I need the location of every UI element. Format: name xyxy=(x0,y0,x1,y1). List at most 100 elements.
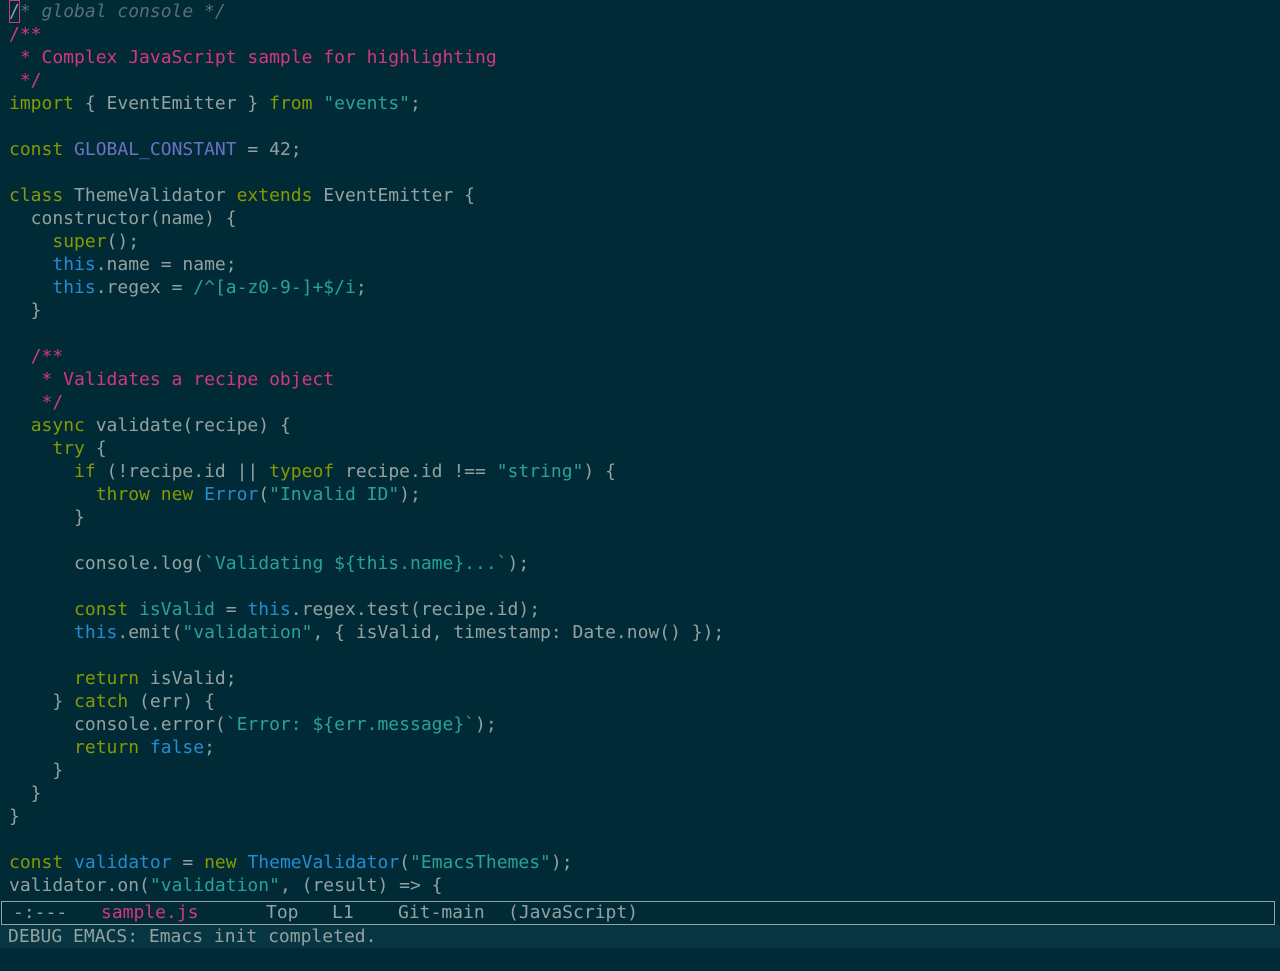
code-token: import xyxy=(9,93,75,114)
code-line[interactable]: const GLOBAL_CONSTANT = 42; xyxy=(9,138,302,161)
code-token: .emit( xyxy=(117,622,183,643)
code-line[interactable]: throw new Error("Invalid ID"); xyxy=(9,483,421,506)
code-token: `Error: ${err.message}` xyxy=(225,714,475,735)
code-line[interactable]: class ThemeValidator extends EventEmitte… xyxy=(9,184,475,207)
code-line[interactable]: async validate(recipe) { xyxy=(9,414,291,437)
code-token: { EventEmitter } xyxy=(74,93,270,114)
code-line[interactable]: console.log(`Validating ${this.name}...`… xyxy=(9,552,529,575)
code-token: } xyxy=(9,691,75,712)
code-line[interactable]: console.error(`Error: ${err.message}`); xyxy=(9,713,497,736)
code-token: "events" xyxy=(323,93,411,114)
code-token: validator xyxy=(74,852,172,873)
code-token: ThemeValidator xyxy=(247,852,400,873)
code-token: "Invalid ID" xyxy=(269,484,400,505)
code-token: { xyxy=(84,438,107,459)
code-line[interactable]: validator.on("validation", (result) => { xyxy=(9,874,443,897)
code-line[interactable]: */ xyxy=(9,391,64,414)
code-line[interactable]: } xyxy=(9,759,63,782)
code-token: class xyxy=(9,185,64,206)
code-token: Error xyxy=(204,484,259,505)
code-token: .regex.test(recipe.id); xyxy=(290,599,541,620)
code-line[interactable]: import { EventEmitter } from "events"; xyxy=(9,92,421,115)
code-token: this xyxy=(52,254,96,275)
editor-buffer[interactable]: /* global console *//** * Complex JavaSc… xyxy=(0,0,1280,900)
code-token: new xyxy=(160,484,194,505)
code-token: /** xyxy=(9,346,64,367)
code-token: catch xyxy=(74,691,129,712)
code-token: } xyxy=(9,783,42,804)
modeline-major-mode[interactable]: (JavaScript) xyxy=(508,902,638,924)
code-token: , (result) => { xyxy=(279,875,443,896)
frame-bottom xyxy=(0,948,1280,960)
modeline-vc-branch[interactable]: Git-main xyxy=(398,902,485,924)
code-token: this xyxy=(247,599,291,620)
code-line[interactable]: return false; xyxy=(9,736,215,759)
code-line[interactable]: } xyxy=(9,782,42,805)
code-line[interactable]: } xyxy=(9,299,42,322)
code-line[interactable]: try { xyxy=(9,437,107,460)
code-token: ); xyxy=(507,553,530,574)
code-token: validate(recipe) { xyxy=(84,415,291,436)
code-token: = 42; xyxy=(236,139,302,160)
code-line[interactable]: return isValid; xyxy=(9,667,237,690)
code-token: ThemeValidator xyxy=(63,185,237,206)
echo-message: DEBUG EMACS: Emacs init completed. xyxy=(8,926,377,947)
code-token: const xyxy=(9,139,64,160)
code-line[interactable]: const isValid = this.regex.test(recipe.i… xyxy=(9,598,540,621)
code-token: throw xyxy=(95,484,150,505)
code-line[interactable]: this.regex = /^[a-z0-9-]+$/i; xyxy=(9,276,366,299)
code-token: "validation" xyxy=(149,875,280,896)
code-line[interactable]: if (!recipe.id || typeof recipe.id !== "… xyxy=(9,460,616,483)
code-line[interactable]: this.emit("validation", { isValid, times… xyxy=(9,621,724,644)
code-token: * Validates a recipe object xyxy=(9,369,335,390)
code-token: isValid xyxy=(139,599,215,620)
code-token: console.error( xyxy=(9,714,226,735)
code-line[interactable]: /** xyxy=(9,345,64,368)
code-line[interactable]: * Complex JavaScript sample for highligh… xyxy=(9,46,497,69)
code-line[interactable]: /** xyxy=(9,23,42,46)
code-token: } xyxy=(9,806,20,827)
code-token: from xyxy=(269,93,313,114)
code-line[interactable]: this.name = name; xyxy=(9,253,237,276)
code-token: isValid; xyxy=(139,668,237,689)
code-token: (!recipe.id || xyxy=(95,461,270,482)
echo-area: DEBUG EMACS: Emacs init completed. xyxy=(0,925,1280,948)
code-token: (err) { xyxy=(128,691,215,712)
code-token: ); xyxy=(475,714,497,735)
code-token: extends xyxy=(236,185,313,206)
code-line[interactable]: constructor(name) { xyxy=(9,207,237,230)
code-token: async xyxy=(30,415,85,436)
code-line[interactable]: /* global console */ xyxy=(9,0,226,23)
code-line[interactable]: const validator = new ThemeValidator("Em… xyxy=(9,851,573,874)
code-token: this xyxy=(74,622,118,643)
code-token: new xyxy=(204,852,237,873)
code-line[interactable]: } xyxy=(9,506,85,529)
code-token: } xyxy=(9,300,42,321)
code-line[interactable]: } xyxy=(9,805,20,828)
code-token: "validation" xyxy=(182,622,313,643)
left-fringe xyxy=(0,0,9,900)
code-token: const xyxy=(9,852,64,873)
code-token: .name = name; xyxy=(95,254,237,275)
code-line[interactable]: * Validates a recipe object xyxy=(9,368,335,391)
code-line[interactable]: */ xyxy=(9,69,42,92)
code-token: typeof xyxy=(269,461,335,482)
code-token: constructor(name) { xyxy=(9,208,237,229)
code-token: ); xyxy=(399,484,421,505)
text-cursor: / xyxy=(9,0,20,23)
modeline-buffer-name[interactable]: sample.js xyxy=(101,902,199,924)
code-token: false xyxy=(149,737,205,758)
code-line[interactable]: } catch (err) { xyxy=(9,690,215,713)
code-line[interactable]: super(); xyxy=(9,230,139,253)
